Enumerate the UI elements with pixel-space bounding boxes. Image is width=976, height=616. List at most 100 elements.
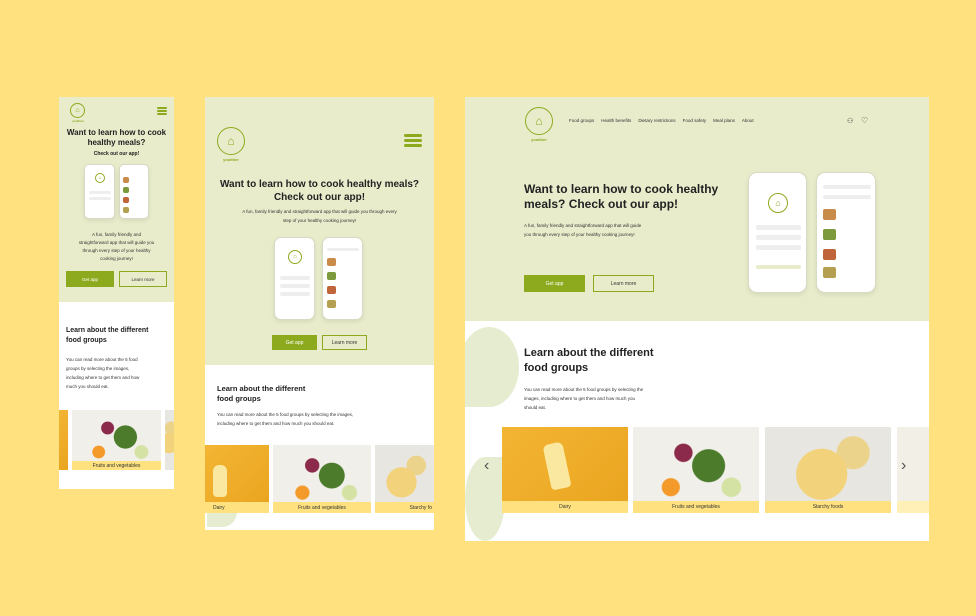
hero-title: Want to learn how to cook healthy meals?	[59, 128, 174, 148]
chevron-left-icon[interactable]: ‹	[484, 457, 489, 475]
food-description: You can read more about the 5 food group…	[217, 410, 353, 428]
food-description: You can read more about the 5 food group…	[66, 355, 139, 391]
nav-dietary-restrictions[interactable]: Dietary restrictions	[638, 118, 675, 123]
tile-caption: Fruits and vegetables	[633, 501, 759, 513]
user-icon[interactable]: ⚇	[847, 117, 853, 125]
food-title-line: food groups	[66, 337, 107, 344]
menu-icon[interactable]	[157, 107, 167, 115]
phone-mockup	[816, 172, 876, 293]
desc-line: A fun, family friendly and straightforwa…	[524, 223, 642, 228]
get-app-button[interactable]: Get app	[272, 335, 317, 350]
food-tile-dairy[interactable]	[59, 410, 68, 470]
bottle-image	[542, 441, 572, 491]
tile-caption: Dairy	[502, 501, 628, 513]
phone-mockup	[322, 237, 363, 320]
desktop-frame: ⌂ youthier Food groups Health benefits D…	[465, 97, 929, 541]
brand-name: youthier	[223, 157, 239, 162]
hero-description: A fun, family friendly and straightforwa…	[59, 231, 174, 263]
desc-line: You can read more about the 5 food group…	[217, 412, 354, 417]
desc-line: images, including where to get them and …	[524, 396, 636, 401]
phone-mockup: ⌂	[274, 237, 315, 320]
mobile-frame: ⌂ youthier Want to learn how to cook hea…	[59, 97, 174, 489]
leaf-decoration	[465, 327, 519, 407]
food-tile-starchy[interactable]	[165, 410, 174, 470]
heart-icon[interactable]: ♡	[861, 116, 868, 125]
food-title: Learn about the different food groups	[217, 384, 305, 404]
nav-meal-plans[interactable]: Meal plans	[713, 118, 735, 123]
tile-caption	[897, 501, 929, 513]
food-title-line: food groups	[524, 362, 589, 374]
logo-icon[interactable]: ⌂	[217, 127, 245, 155]
desc-line: A fun, family friendly and straightforwa…	[242, 209, 397, 214]
food-title: Learn about the different food groups	[524, 346, 654, 376]
tablet-hero: ⌂ youthier Want to learn how to cook hea…	[205, 97, 434, 365]
desc-line: you through every step of your healthy c…	[524, 232, 635, 237]
desc-line: You can read more about the 5 food	[66, 357, 138, 362]
desc-line: You can read more about the 5 food group…	[524, 387, 644, 392]
desc-line: through every step of your healthy	[82, 248, 151, 253]
logo-icon: ⌂	[768, 193, 788, 213]
food-tile-starchy[interactable]: Starchy foods	[765, 427, 891, 513]
logo-icon[interactable]: ⌂	[525, 107, 553, 135]
tile-caption: Dairy	[205, 502, 269, 513]
logo-icon: ⌂	[95, 173, 105, 183]
food-tile-starchy[interactable]: Starchy fo	[375, 445, 434, 513]
desc-line: cooking journey!	[100, 256, 133, 261]
food-title-line: Learn about the different	[66, 327, 149, 334]
food-title-line: Learn about the different	[217, 384, 306, 393]
hero-description: A fun, family friendly and straightforwa…	[524, 221, 641, 239]
food-tile-fruits-vegetables[interactable]: Fruits and vegetables	[273, 445, 371, 513]
bottle-image	[213, 465, 227, 497]
brand-name: youthier	[72, 119, 84, 123]
nav-health-benefits[interactable]: Health benefits	[601, 118, 631, 123]
food-tile-dairy[interactable]: Dairy	[205, 445, 269, 513]
learn-more-button[interactable]: Learn more	[322, 335, 367, 350]
tile-caption: Fruits and vegetables	[72, 461, 161, 470]
desc-line: should eat.	[524, 405, 547, 410]
hero-title-line: Check out our app!	[273, 192, 366, 203]
food-title-line: food groups	[217, 394, 261, 403]
chevron-right-icon[interactable]: ›	[901, 457, 906, 475]
desc-line: including where to get them and how	[66, 375, 140, 380]
hero-title-line: healthy meals?	[87, 138, 146, 147]
tile-caption: Starchy fo	[375, 502, 434, 513]
hero-title-line: Want to learn how to cook	[66, 128, 167, 137]
phone-mockup: ⌂	[84, 164, 115, 219]
menu-icon[interactable]	[404, 134, 422, 147]
desktop-hero: ⌂ youthier Food groups Health benefits D…	[465, 97, 929, 321]
food-description: You can read more about the 5 food group…	[524, 385, 643, 412]
phone-mockup	[119, 164, 149, 219]
hero-title: Want to learn how to cook healthy meals?…	[524, 182, 718, 212]
food-tile-dairy[interactable]: Dairy	[502, 427, 628, 513]
desc-line: much you should eat.	[66, 384, 109, 389]
tablet-frame: ⌂ youthier Want to learn how to cook hea…	[205, 97, 434, 530]
hero-title-line: Want to learn how to cook healthy	[524, 182, 719, 196]
tile-caption: Starchy foods	[765, 501, 891, 513]
hero-subtitle: Check out our app!	[93, 151, 140, 157]
food-title: Learn about the different food groups	[66, 326, 148, 346]
main-nav: Food groups Health benefits Dietary rest…	[569, 118, 754, 123]
food-tile-fruits-vegetables[interactable]: Fruits and vegetables	[72, 410, 161, 470]
desc-line: straightforward app that will guide you	[78, 240, 155, 245]
desc-line: groups by selecting the images,	[66, 366, 130, 371]
learn-more-button[interactable]: Learn more	[593, 275, 654, 292]
nav-food-safety[interactable]: Food safety	[683, 118, 707, 123]
hero-title: Want to learn how to cook healthy meals?…	[205, 178, 434, 204]
logo-icon: ⌂	[288, 250, 302, 264]
learn-more-button[interactable]: Learn more	[119, 271, 167, 287]
tile-caption: Fruits and vegetables	[273, 502, 371, 513]
get-app-button[interactable]: Get app	[524, 275, 585, 292]
brand-name: youthier	[531, 137, 547, 142]
phone-mockup: ⌂	[748, 172, 807, 293]
desc-line: A fun, family friendly and	[91, 232, 142, 237]
food-tile-fruits-vegetables[interactable]: Fruits and vegetables	[633, 427, 759, 513]
logo-icon[interactable]: ⌂	[70, 103, 85, 118]
mobile-hero: ⌂ youthier Want to learn how to cook hea…	[59, 97, 174, 302]
desc-line: including where to get them and how much…	[217, 421, 335, 426]
nav-food-groups[interactable]: Food groups	[569, 118, 594, 123]
get-app-button[interactable]: Get app	[66, 271, 114, 287]
hero-title-line: meals? Check out our app!	[524, 197, 679, 211]
hero-title-line: Want to learn how to cook healthy meals?	[219, 179, 420, 190]
nav-about[interactable]: About	[742, 118, 754, 123]
desc-line: step of your healthy cooking journey!	[282, 218, 357, 223]
